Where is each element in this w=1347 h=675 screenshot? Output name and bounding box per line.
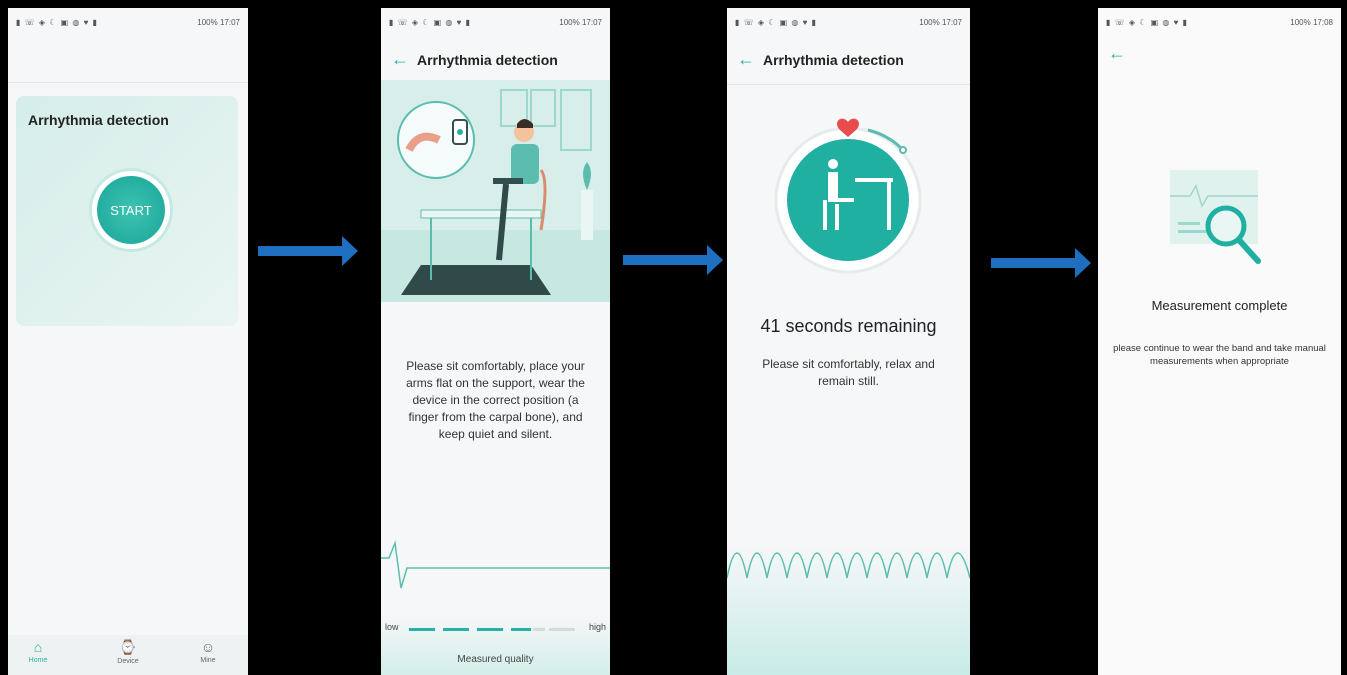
flow-arrow-1 (258, 236, 358, 266)
home-icon: ⌂ (33, 639, 43, 655)
quality-high-label: high (588, 622, 606, 632)
complete-title: Measurement complete (1151, 298, 1288, 313)
app-bar: ← (1098, 38, 1341, 84)
status-bar: ▮ ☏ ◈ ☾ ▣ ◍ ♥ ▮ 100% 17:08 (1106, 18, 1333, 27)
instruction-text: Please sit comfortably, relax and remain… (762, 357, 935, 388)
person-icon: ☺ (200, 639, 216, 655)
quality-low-label: low (385, 622, 399, 632)
start-button[interactable]: START (97, 176, 165, 244)
report-search-illustration (1170, 170, 1261, 264)
quality-segment (549, 628, 575, 631)
quality-segment (533, 628, 545, 631)
quality-meter: low high (381, 616, 610, 636)
back-arrow-icon[interactable]: ← (391, 50, 409, 68)
quality-segment (409, 628, 435, 631)
home-screen: ▮ ☏ ◈ ☾ ▣ ◍ ♥ ▮ 100% 17:07 Arrhythmia de… (8, 8, 248, 675)
complete-screen: ▮ ☏ ◈ ☾ ▣ ◍ ♥ ▮ 100% 17:08 ← Measurement… (1098, 8, 1341, 675)
status-time: 17:07 (219, 18, 240, 27)
time-remaining: 41 seconds remaining (760, 316, 937, 336)
heart-rate-waveform (381, 540, 610, 589)
measured-quality-label: Measured quality (457, 654, 534, 665)
start-ring: START (89, 168, 173, 252)
back-arrow-icon[interactable]: ← (737, 50, 755, 68)
app-bar: ← Arrhythmia detection (727, 38, 970, 85)
instruction-text: please continue to wear the band and tak… (1113, 343, 1326, 367)
page-title: Arrhythmia detection (763, 52, 904, 68)
status-bar: ▮ ☏ ◈ ☾ ▣ ◍ ♥ ▮ 100% 17:07 (735, 18, 962, 27)
status-bar: ▮ ☏ ◈ ☾ ▣ ◍ ♥ ▮ 100% 17:07 (389, 18, 602, 27)
instruction-text: Please sit comfortably, place your arms … (406, 359, 585, 441)
back-arrow-icon[interactable]: ← (1108, 44, 1126, 62)
quality-segment (443, 628, 469, 631)
posture-illustration (381, 80, 610, 302)
card-title: Arrhythmia detection (28, 112, 169, 128)
tab-home[interactable]: ⌂ Home (8, 639, 68, 664)
instruction-screen: ▮ ☏ ◈ ☾ ▣ ◍ ♥ ▮ 100% 17:07 ← Arrhythmia … (381, 8, 610, 675)
measuring-screen: ▮ ☏ ◈ ☾ ▣ ◍ ♥ ▮ 100% 17:07 ← Arrhythmia … (727, 8, 970, 675)
status-icons: ▮ ☏ ◈ ☾ ▣ ◍ ♥ ▮ (16, 18, 98, 27)
quality-segment (477, 628, 503, 631)
heart-rate-waveform (727, 552, 970, 579)
battery-level: 100% (197, 18, 218, 27)
tab-mine[interactable]: ☺ Mine (178, 639, 238, 664)
flow-arrow-2 (623, 245, 723, 275)
tab-device[interactable]: ⌚ Device (98, 639, 158, 665)
arrhythmia-card[interactable]: Arrhythmia detection START (16, 96, 238, 326)
bottom-tab-bar: ⌂ Home ⌚ Device ☺ Mine (8, 635, 248, 675)
flow-arrow-3 (991, 248, 1091, 278)
watch-icon: ⌚ (119, 639, 137, 655)
status-bar: ▮ ☏ ◈ ☾ ▣ ◍ ♥ ▮ 100% 17:07 (8, 8, 248, 36)
app-bar: ← Arrhythmia detection (381, 38, 610, 84)
measuring-progress-ring (774, 118, 922, 274)
page-title: Arrhythmia detection (417, 52, 558, 68)
quality-segment (511, 628, 531, 631)
